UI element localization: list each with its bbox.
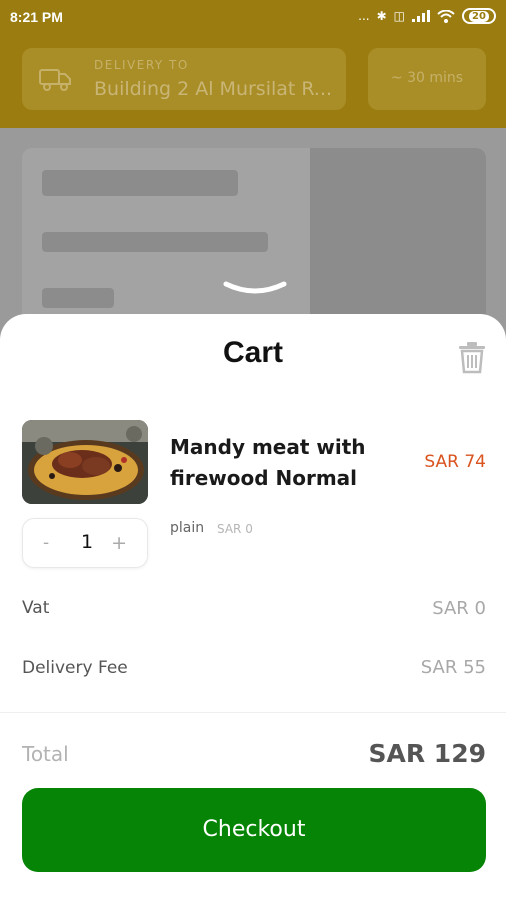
total-label: Total: [22, 742, 69, 766]
delivery-fee-value: SAR 55: [420, 657, 486, 678]
eta-text: ~ 30 mins: [390, 70, 464, 86]
skeleton-line: [42, 288, 114, 308]
food-plate-image: [22, 420, 148, 504]
vat-label: Vat: [22, 598, 50, 618]
vibrate-icon: ◫: [393, 9, 405, 23]
divider: [0, 712, 506, 713]
cart-bottom-sheet: Cart Mandy meat with firewood Normal SAR…: [0, 314, 506, 900]
delivery-address: Building 2 Al Mursilat R...: [94, 78, 333, 100]
collapse-chevron-icon[interactable]: [222, 278, 288, 298]
skeleton-line: [42, 232, 268, 252]
status-time: 8:21 PM: [10, 9, 63, 25]
decrease-quantity-button[interactable]: -: [43, 533, 49, 553]
eta-badge: ~ 30 mins: [368, 48, 486, 110]
delivery-address-selector[interactable]: DELIVERY TO Building 2 Al Mursilat R...: [22, 48, 346, 110]
item-option-name: plain: [170, 520, 205, 536]
total-value: SAR 129: [368, 739, 487, 768]
item-thumbnail: [22, 420, 148, 504]
delivery-label: DELIVERY TO: [94, 58, 189, 72]
battery-icon: 20: [462, 8, 496, 24]
delivery-truck-icon: [39, 69, 71, 91]
header-bar: DELIVERY TO Building 2 Al Mursilat R... …: [0, 36, 506, 128]
increase-quantity-button[interactable]: +: [111, 532, 127, 554]
quantity-stepper: - 1 +: [22, 518, 148, 568]
status-icons: ... ✱ ◫ 20: [358, 8, 496, 24]
cart-title: Cart: [222, 336, 283, 369]
checkout-button[interactable]: Checkout: [22, 788, 486, 872]
cell-signal-icon: [412, 10, 430, 22]
item-name: Mandy meat with firewood Normal: [170, 435, 366, 490]
quantity-value: 1: [80, 531, 94, 553]
more-dots-icon: ...: [358, 9, 370, 23]
delivery-fee-label: Delivery Fee: [22, 658, 128, 678]
item-option-price: SAR 0: [217, 522, 253, 536]
skeleton-line: [42, 170, 238, 196]
trash-icon[interactable]: [456, 340, 488, 374]
vat-value: SAR 0: [432, 598, 486, 619]
wifi-icon: [437, 9, 455, 23]
item-price: SAR 74: [424, 452, 486, 472]
battery-level: 20: [469, 10, 489, 22]
bluetooth-icon: ✱: [376, 9, 387, 23]
status-bar: 8:21 PM ... ✱ ◫ 20: [0, 0, 506, 36]
